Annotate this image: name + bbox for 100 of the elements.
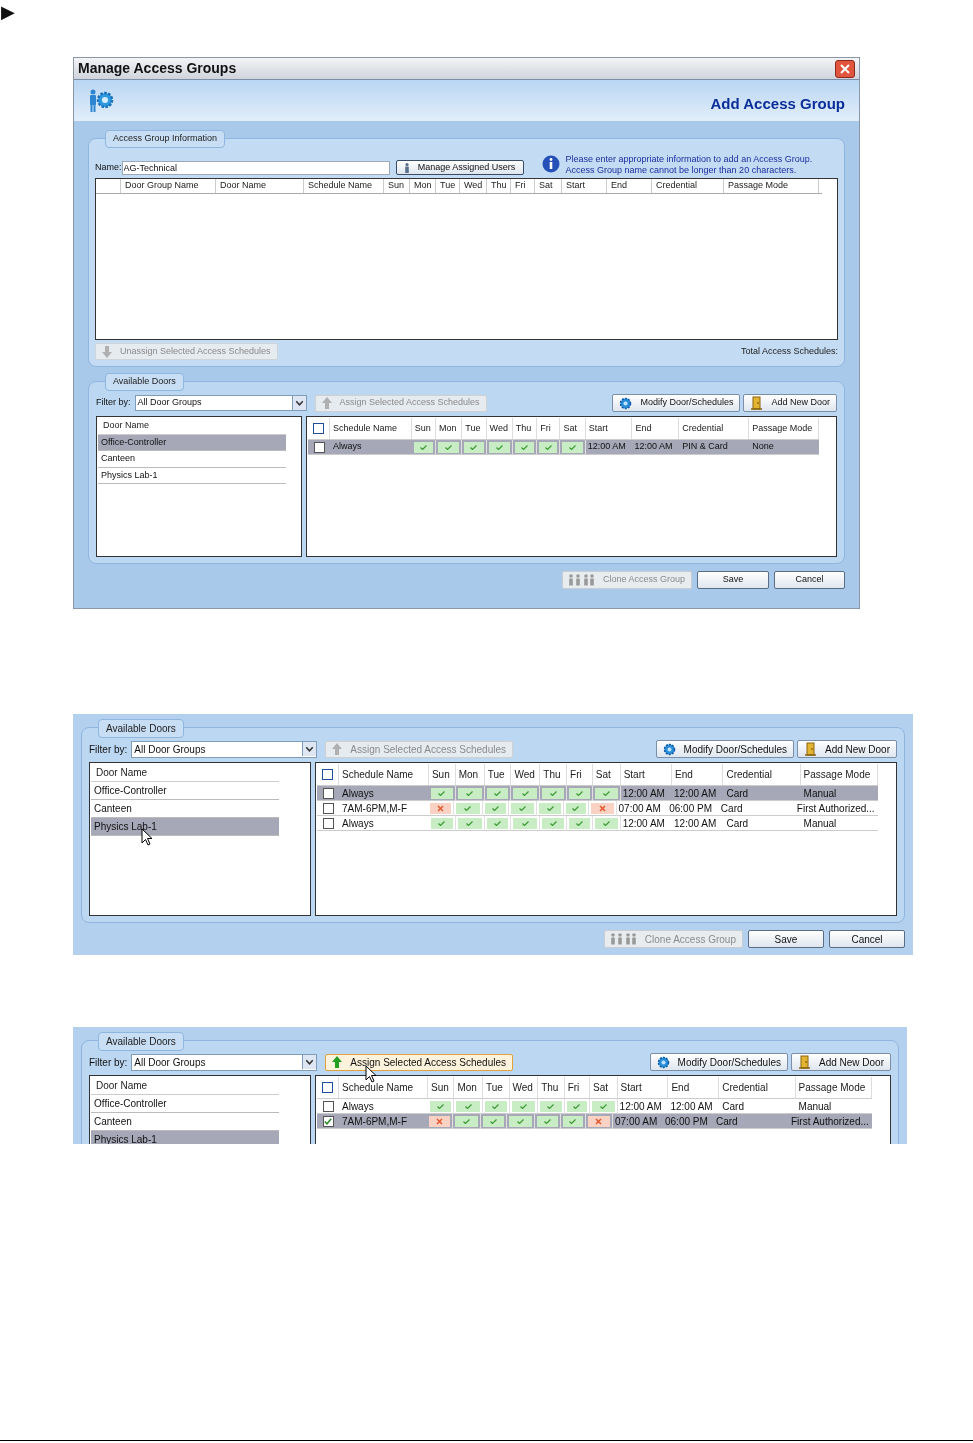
row-checkbox[interactable] [322,1101,334,1112]
row-checkbox[interactable] [322,803,334,814]
column-header: Start [620,764,673,785]
bullet-marker: ▶ [1,1,16,23]
schedule-row[interactable]: 7AM-6PM,M-F 07:00 AM 06:00 PM Card First Authorized... [317,1114,872,1129]
schedule-row[interactable]: Always 12:00 AM 12:00 AM PIN & Card None [308,440,820,455]
check-icon [445,444,453,450]
table-cell-text: 12:00 AM [633,440,674,454]
row-checkbox[interactable] [322,1116,334,1127]
column-header: Door Name [216,179,304,193]
column-header: Credential [652,179,724,193]
save-button[interactable]: Save [697,571,769,589]
table-cell-text: 12:00 AM [621,817,666,831]
column-header: Wed [460,179,487,193]
door-list-item[interactable]: Physics Lab-1 [91,818,279,836]
people-icon [568,574,595,586]
row-checkbox[interactable] [322,788,334,799]
select-all-checkbox[interactable] [313,423,324,434]
column-header: Fri [564,1077,591,1098]
column-header: Door Group Name [121,179,216,193]
table-cell-text: 06:00 PM [668,802,713,816]
schedule-row[interactable]: Always 12:00 AM 12:00 AM Card Manual [317,786,878,801]
check-icon [494,791,501,796]
check-icon [462,1119,470,1124]
check-icon [575,791,583,796]
column-header: Credential [679,418,750,439]
modify-door-schedules-button[interactable]: Modify Door/Schedules [612,394,741,412]
column-header: Mon [436,418,463,439]
table-cell-text: Always [341,787,375,801]
column-header: Passage Mode [800,764,878,785]
row-checkbox[interactable] [313,441,325,453]
cross-icon [435,1118,443,1125]
column-header: Schedule Name [304,179,384,193]
schedule-row[interactable]: Always 12:00 AM 12:00 AM Card Manual [317,1099,872,1114]
check-icon [489,1119,497,1124]
dialog-heading: Add Access Group [710,94,845,115]
column-header: Wed [511,764,541,785]
cancel-button[interactable]: Cancel [829,930,905,948]
table-cell-text: 12:00 AM [673,787,718,801]
check-icon [438,821,446,826]
up-arrow-icon [332,743,343,755]
column-header: End [632,418,680,439]
add-new-door-button[interactable]: Add New Door [796,740,897,758]
schedule-row[interactable]: Always 12:00 AM 12:00 AM Card Manual [317,816,878,831]
row-checkbox[interactable] [322,818,334,829]
column-header: Sun [428,764,456,785]
cancel-button[interactable]: Cancel [774,571,845,589]
column-header: Thu [538,1077,565,1098]
add-new-door-button[interactable]: Add New Door [743,394,837,412]
check-icon [324,1118,332,1125]
filter-dropdown[interactable]: All Door Groups [134,395,307,411]
close-icon [840,63,850,74]
name-input[interactable]: AG-Technical [121,160,390,175]
table-cell-text: Manual [802,817,838,831]
group-legend: Available Doors [105,373,184,391]
column-header: Start [617,1077,669,1098]
column-header: Thu [540,764,568,785]
gear-icon [662,742,676,756]
column-header: Thu [487,179,511,193]
table-cell-text: 06:00 PM [664,1115,709,1129]
filter-label: Filter by: [89,1055,128,1070]
total-schedules-label: Total Access Schedules: [740,344,838,358]
cross-icon [598,805,606,812]
check-icon [547,1104,555,1109]
save-button[interactable]: Save [748,930,824,948]
name-label: Name: [95,160,122,174]
check-icon [549,791,557,796]
select-all-checkbox[interactable] [322,1082,333,1093]
filter-dropdown[interactable]: All Door Groups [131,1053,318,1071]
person-icon [403,162,410,173]
group-legend: Available Doors [98,1032,184,1051]
filter-label: Filter by: [89,742,128,757]
check-icon [549,821,557,826]
check-icon [546,806,554,811]
column-header: Schedule Name [339,764,429,785]
column-header: Mon [410,179,436,193]
schedule-row[interactable]: 7AM-6PM,M-F 07:00 AM 06:00 PM Card First Authorized... [317,801,878,816]
filter-label: Filter by: [96,396,131,410]
filter-dropdown[interactable]: All Door Groups [131,740,318,758]
check-icon [602,791,610,796]
modify-door-schedules-button[interactable]: Modify Door/Schedules [649,1053,788,1071]
window-title: Manage Access Groups [78,59,237,78]
select-all-checkbox[interactable] [322,769,333,780]
assign-schedules-button[interactable]: Assign Selected Access Schedules [325,1053,513,1071]
check-icon [544,444,552,450]
add-new-door-button[interactable]: Add New Door [790,1053,891,1071]
close-button[interactable] [835,59,855,78]
check-icon [437,1104,445,1109]
column-header: Sat [535,179,562,193]
column-header: Passage Mode [749,418,820,439]
modify-door-schedules-button[interactable]: Modify Door/Schedules [655,740,794,758]
column-header: Sun [427,1077,455,1098]
group-legend: Available Doors [98,719,184,738]
column-header: Sun [384,179,410,193]
table-cell-text: 7AM-6PM,M-F [341,802,408,816]
table-cell-text: First Authorized... [790,1115,870,1129]
check-icon [470,444,478,450]
manage-assigned-users-button[interactable]: Manage Assigned Users [395,160,524,175]
person-gear-icon [88,88,114,113]
column-header: Tue [484,764,512,785]
